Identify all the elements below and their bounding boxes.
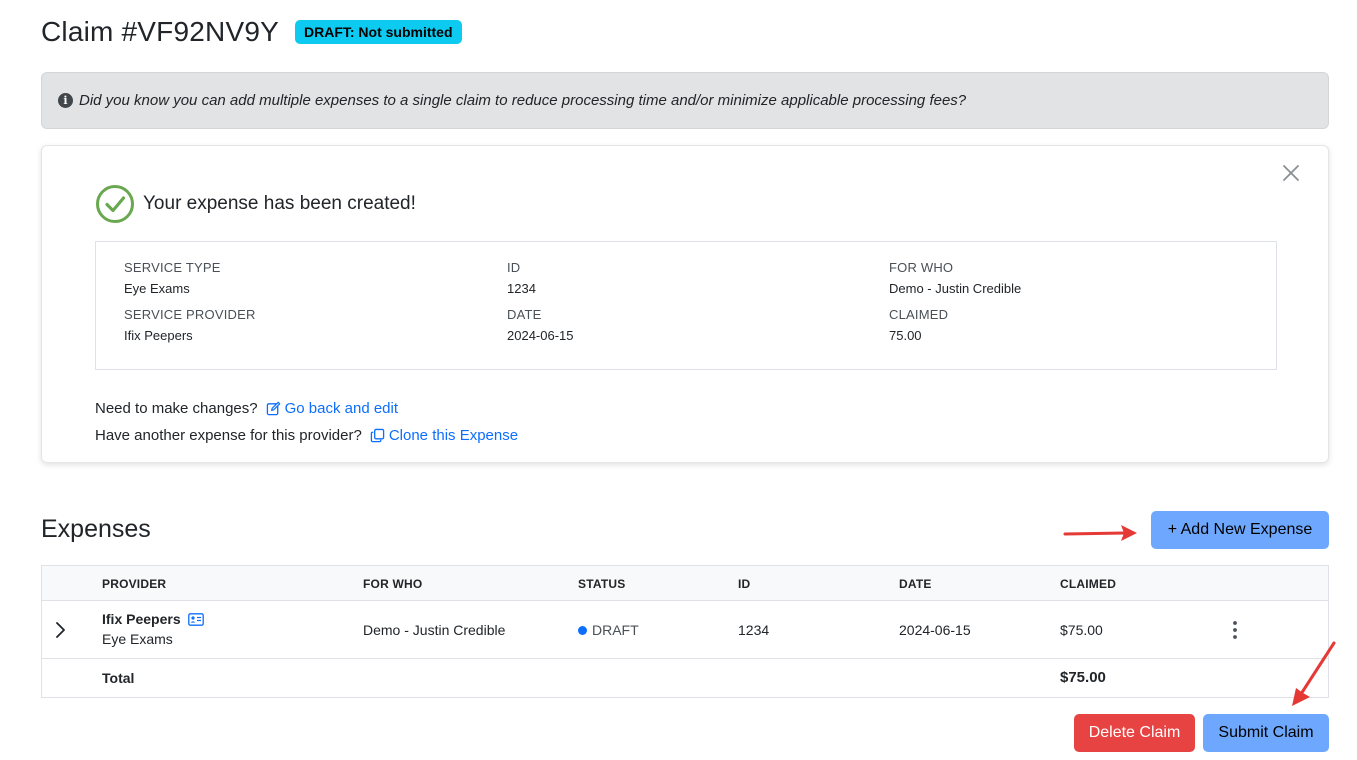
table-row[interactable]: Ifix Peepers Eye Exams Demo - Justin Cre… (42, 601, 1328, 659)
column-header-for-who: FOR WHO (363, 577, 423, 591)
clone-row: Have another expense for this provider? … (95, 422, 518, 449)
provider-name: Ifix Peepers (102, 611, 181, 627)
close-icon[interactable] (1280, 162, 1302, 184)
column-header-status: STATUS (578, 577, 626, 591)
detail-label: CLAIMED (889, 307, 949, 322)
table-total-row: Total $75.00 (42, 659, 1328, 697)
card-heading: Your expense has been created! (95, 184, 416, 224)
submit-claim-button[interactable]: Submit Claim (1203, 714, 1329, 752)
detail-service-provider: SERVICE PROVIDER Ifix Peepers (124, 307, 256, 343)
annotation-arrow-icon (1292, 641, 1336, 706)
detail-label: DATE (507, 307, 542, 322)
page-title: Claim #VF92NV9Y (41, 16, 279, 47)
status-cell: DRAFT (578, 622, 639, 638)
table-header: PROVIDER FOR WHO STATUS ID DATE CLAIMED (42, 566, 1328, 601)
more-options-icon[interactable] (1230, 620, 1240, 640)
id-cell: 1234 (738, 622, 770, 638)
expense-created-card: Your expense has been created! SERVICE T… (41, 145, 1329, 463)
clone-prompt: Have another expense for this provider? (95, 427, 362, 444)
chevron-right-icon[interactable] (54, 621, 66, 639)
detail-claimed: CLAIMED 75.00 (889, 307, 948, 343)
check-circle-icon (96, 185, 134, 223)
add-new-expense-button[interactable]: + Add New Expense (1151, 511, 1329, 549)
status-text: DRAFT (592, 622, 639, 638)
service-type: Eye Exams (102, 631, 173, 647)
annotation-arrow-icon (1063, 525, 1137, 541)
card-heading-text: Your expense has been created! (143, 193, 416, 214)
edit-row: Need to make changes? Go back and edit (95, 395, 518, 422)
go-back-edit-link[interactable]: Go back and edit (266, 400, 398, 417)
detail-value: Eye Exams (124, 281, 190, 296)
column-header-date: DATE (899, 577, 932, 591)
total-label: Total (102, 670, 135, 686)
detail-for-who: FOR WHO Demo - Justin Credible (889, 260, 1021, 296)
info-circle-icon: i (58, 93, 73, 108)
claim-header: Claim #VF92NV9Y DRAFT: Not submitted (41, 14, 462, 50)
card-links: Need to make changes? Go back and edit H… (95, 395, 518, 449)
edit-icon (266, 401, 280, 416)
date-cell: 2024-06-15 (899, 622, 971, 638)
for-who-cell: Demo - Justin Credible (363, 622, 506, 638)
detail-value: 75.00 (889, 328, 922, 343)
info-alert-text: Did you know you can add multiple expens… (79, 92, 967, 109)
info-alert: i Did you know you can add multiple expe… (41, 72, 1329, 129)
detail-service-type: SERVICE TYPE Eye Exams (124, 260, 221, 296)
detail-label: ID (507, 260, 521, 275)
detail-label: SERVICE PROVIDER (124, 307, 256, 322)
clone-link-label: Clone this Expense (388, 427, 519, 444)
provider-cell: Ifix Peepers Eye Exams (102, 611, 204, 647)
changes-prompt: Need to make changes? (95, 400, 258, 417)
contact-card-icon[interactable] (187, 612, 204, 626)
claimed-cell: $75.00 (1060, 622, 1103, 638)
expenses-table: PROVIDER FOR WHO STATUS ID DATE CLAIMED … (41, 565, 1329, 698)
detail-label: SERVICE TYPE (124, 260, 221, 275)
status-dot-icon (578, 626, 587, 635)
column-header-provider: PROVIDER (102, 577, 167, 591)
detail-date: DATE 2024-06-15 (507, 307, 574, 343)
delete-claim-button[interactable]: Delete Claim (1074, 714, 1195, 752)
expenses-heading: Expenses (41, 515, 151, 543)
detail-value: 2024-06-15 (507, 328, 574, 343)
copy-icon (370, 428, 385, 443)
detail-value: 1234 (507, 281, 536, 296)
clone-expense-link[interactable]: Clone this Expense (370, 427, 518, 444)
detail-label: FOR WHO (889, 260, 954, 275)
expense-details: SERVICE TYPE Eye Exams SERVICE PROVIDER … (95, 241, 1277, 370)
status-badge: DRAFT: Not submitted (294, 20, 462, 44)
edit-link-label: Go back and edit (284, 400, 399, 417)
detail-value: Ifix Peepers (124, 328, 193, 343)
column-header-id: ID (738, 577, 751, 591)
total-value: $75.00 (1060, 669, 1106, 686)
column-header-claimed: CLAIMED (1060, 577, 1117, 591)
detail-id: ID 1234 (507, 260, 536, 296)
detail-value: Demo - Justin Credible (889, 281, 1022, 296)
